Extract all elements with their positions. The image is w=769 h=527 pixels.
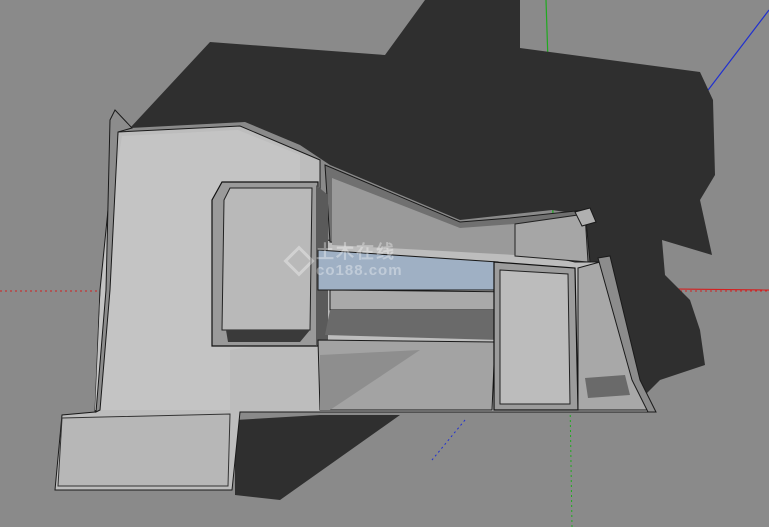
right-stair bbox=[585, 375, 630, 398]
right-room-floor bbox=[499, 269, 571, 405]
beam-shadow bbox=[325, 310, 516, 340]
blue-axis-dotted bbox=[431, 419, 466, 461]
3d-model-viewport[interactable]: 土木在线 co188.com bbox=[0, 0, 769, 527]
left-room-dark-strip bbox=[226, 330, 310, 342]
left-room-floor bbox=[221, 187, 313, 331]
model-canvas[interactable] bbox=[0, 0, 769, 527]
beam bbox=[329, 289, 517, 311]
cast-shadow-lower bbox=[235, 415, 400, 500]
left-lower-zone bbox=[57, 413, 231, 487]
green-axis-dotted bbox=[569, 399, 573, 527]
